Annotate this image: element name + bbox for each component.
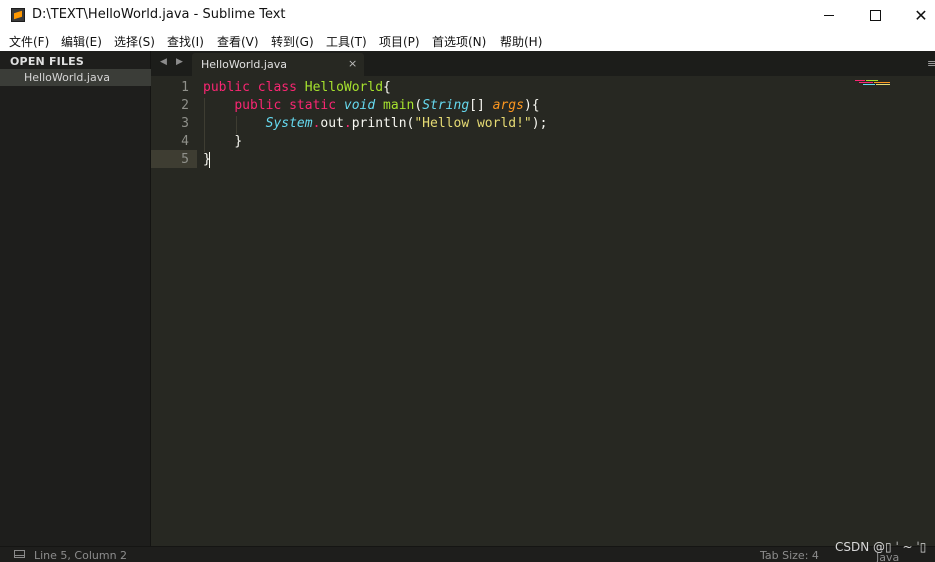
menu-selection[interactable]: 选择(S) [114, 33, 155, 50]
menu-file[interactable]: 文件(F) [9, 33, 49, 50]
code-token: "Hellow world!" [414, 116, 532, 131]
window-title: D:\TEXT\HelloWorld.java - Sublime Text [32, 7, 286, 22]
code-token: } [234, 134, 243, 149]
tab-bar: ◀ ▶ HelloWorld.java × ≡ [151, 51, 935, 76]
code-token: static [289, 98, 344, 113]
csdn-watermark: CSDN @▯ ˈ ~ ˈ▯ [835, 540, 927, 554]
menu-project[interactable]: 项目(P) [379, 33, 420, 50]
sublime-app-icon [11, 8, 25, 22]
code-token: ( [414, 98, 423, 113]
tab-prev-icon[interactable]: ◀ [160, 57, 167, 67]
minimize-button[interactable] [806, 0, 852, 31]
menu-edit[interactable]: 编辑(E) [61, 33, 102, 50]
menu-bar: 文件(F) 编辑(E) 选择(S) 查找(I) 查看(V) 转到(G) 工具(T… [0, 31, 935, 51]
code-token: public [203, 80, 258, 95]
active-line-highlight [151, 150, 197, 168]
code-line-2: public static void main(String[] args){ [203, 97, 540, 115]
minimap[interactable] [855, 80, 895, 88]
tab-list-menu-icon[interactable]: ≡ [927, 57, 935, 70]
tab-close-icon[interactable]: × [348, 57, 357, 70]
line-number: 1 [181, 80, 189, 95]
panel-toggle-icon[interactable] [14, 550, 25, 558]
code-token: void [343, 98, 384, 113]
code-token: args [492, 98, 524, 113]
menu-tools[interactable]: 工具(T) [326, 33, 367, 50]
code-editor[interactable]: 1 2 3 4 5 public class HelloWorld{ publi… [151, 76, 935, 546]
line-number: 5 [181, 152, 189, 167]
code-token: class [257, 80, 305, 95]
code-token: System [265, 116, 313, 131]
code-token: ); [531, 116, 548, 131]
code-token: . [343, 116, 352, 131]
code-token: ){ [523, 98, 540, 113]
code-token: String [422, 98, 470, 113]
line-gutter: 1 2 3 4 5 [151, 76, 197, 546]
title-bar: D:\TEXT\HelloWorld.java - Sublime Text ✕ [0, 0, 935, 31]
code-token: [] [469, 98, 493, 113]
code-line-1: public class HelloWorld{ [203, 79, 391, 97]
tab-label: HelloWorld.java [201, 58, 287, 71]
code-token: { [383, 80, 391, 95]
line-number: 4 [181, 134, 189, 149]
line-number: 2 [181, 98, 189, 113]
open-files-header: OPEN FILES [10, 55, 85, 68]
menu-goto[interactable]: 转到(G) [271, 33, 314, 50]
code-line-4: } [203, 133, 242, 151]
sidebar: OPEN FILES HelloWorld.java [0, 51, 151, 546]
code-token: out [320, 116, 344, 131]
close-button[interactable]: ✕ [898, 0, 935, 31]
tab-size-indicator[interactable]: Tab Size: 4 [760, 549, 819, 562]
code-token: HelloWorld [304, 80, 384, 95]
sidebar-item-helloworld[interactable]: HelloWorld.java [0, 69, 151, 86]
sidebar-item-label: HelloWorld.java [24, 71, 110, 84]
tab-helloworld[interactable]: HelloWorld.java × [192, 53, 364, 76]
status-bar: Line 5, Column 2 Tab Size: 4 Java [0, 546, 935, 562]
code-line-3: System.out.println("Hellow world!"); [203, 115, 548, 133]
text-cursor [209, 152, 210, 168]
menu-help[interactable]: 帮助(H) [500, 33, 542, 50]
sublime-window: D:\TEXT\HelloWorld.java - Sublime Text ✕… [0, 0, 935, 562]
menu-find[interactable]: 查找(I) [167, 33, 204, 50]
code-token: println [351, 116, 407, 131]
code-text: public class HelloWorld{ public static v… [203, 76, 547, 181]
maximize-icon [869, 10, 881, 21]
maximize-button[interactable] [852, 0, 898, 31]
menu-view[interactable]: 查看(V) [217, 33, 259, 50]
close-icon: ✕ [914, 5, 928, 25]
line-number: 3 [181, 116, 189, 131]
minimize-icon [824, 15, 834, 16]
tab-next-icon[interactable]: ▶ [176, 57, 183, 67]
menu-preferences[interactable]: 首选项(N) [432, 33, 486, 50]
code-token: public [234, 98, 290, 113]
code-token: main [383, 98, 415, 113]
cursor-position: Line 5, Column 2 [34, 549, 128, 562]
